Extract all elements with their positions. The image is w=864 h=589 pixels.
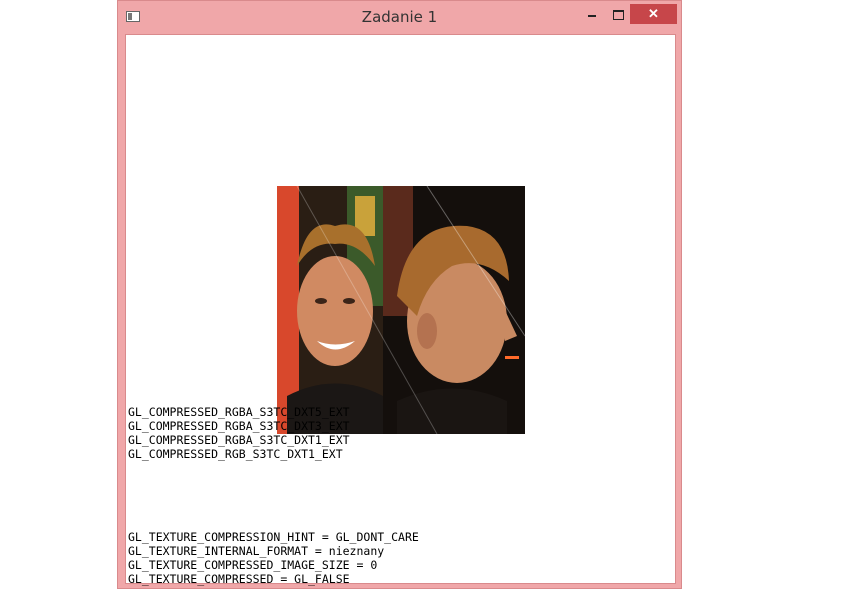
texture-params-list: GL_TEXTURE_COMPRESSION_HINT = GL_DONT_CA… — [128, 530, 419, 586]
photo-texture — [277, 186, 525, 434]
format-line: GL_COMPRESSED_RGB_S3TC_DXT1_EXT — [128, 447, 343, 461]
texture-image — [277, 186, 525, 434]
gl-canvas[interactable]: GL_COMPRESSED_RGBA_S3TC_DXT5_EXT GL_COMP… — [125, 34, 676, 586]
format-line: GL_COMPRESSED_RGBA_S3TC_DXT1_EXT — [128, 433, 350, 447]
side-profile-panel — [383, 186, 525, 434]
maximize-button[interactable] — [605, 4, 632, 24]
param-line: GL_TEXTURE_COMPRESSED_IMAGE_SIZE = 0 — [128, 558, 378, 572]
app-window: Zadanie 1 ✕ GL_COMPRESSED_RGBA_S3TC_DXT5… — [117, 0, 682, 589]
title-bar[interactable]: Zadanie 1 ✕ — [118, 1, 681, 34]
minimize-button[interactable] — [578, 4, 605, 24]
maximize-icon — [613, 10, 624, 21]
minimize-icon — [587, 15, 596, 18]
format-line: GL_COMPRESSED_RGBA_S3TC_DXT3_EXT — [128, 419, 350, 433]
param-line: GL_TEXTURE_COMPRESSED = GL_FALSE — [128, 572, 350, 586]
param-line: GL_TEXTURE_INTERNAL_FORMAT = nieznany — [128, 544, 385, 558]
format-line: GL_COMPRESSED_RGBA_S3TC_DXT5_EXT — [128, 405, 350, 419]
param-line: GL_TEXTURE_COMPRESSION_HINT = GL_DONT_CA… — [128, 530, 419, 544]
close-button[interactable]: ✕ — [630, 4, 677, 24]
compressed-formats-list: GL_COMPRESSED_RGBA_S3TC_DXT5_EXT GL_COMP… — [128, 405, 350, 461]
close-icon: ✕ — [648, 6, 659, 21]
